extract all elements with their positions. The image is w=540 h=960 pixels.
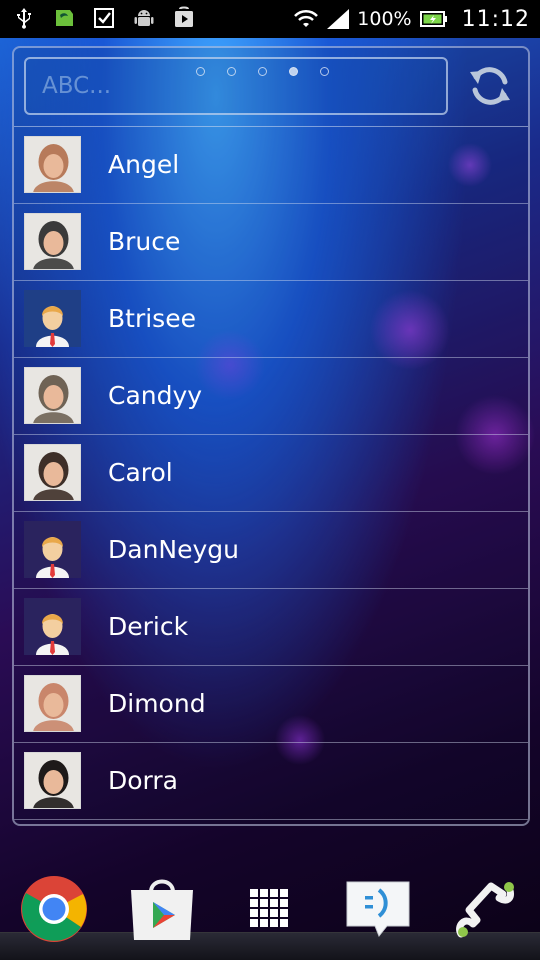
contact-row[interactable]: Bruce — [14, 204, 528, 281]
default-avatar-icon[interactable] — [24, 290, 81, 347]
contact-name: Derick — [108, 612, 189, 641]
contact-photo[interactable] — [24, 367, 81, 424]
phone-icon — [451, 882, 521, 948]
default-avatar-icon[interactable] — [24, 521, 81, 578]
page-dot-active — [289, 67, 298, 76]
page-dot — [227, 67, 236, 76]
contact-row[interactable]: Angel — [14, 127, 528, 204]
page-indicator — [196, 67, 329, 76]
contact-row[interactable]: Candyy — [14, 358, 528, 435]
contact-photo[interactable] — [24, 752, 81, 809]
messaging-icon — [343, 881, 413, 948]
refresh-button[interactable] — [466, 62, 514, 110]
status-bar: 100% 11:12 — [0, 0, 540, 38]
phone-button[interactable] — [451, 874, 521, 944]
contact-name: Carol — [108, 458, 173, 487]
contact-list[interactable]: Angel Bruce Btrisee Candyy Carol DanNeygu Deri… — [14, 126, 528, 824]
contact-row-partial[interactable] — [14, 820, 528, 824]
default-avatar-icon[interactable] — [24, 598, 81, 655]
contact-name: Candyy — [108, 381, 203, 410]
play-store-icon — [172, 6, 196, 30]
wifi-icon — [293, 7, 319, 31]
page-dot — [258, 67, 267, 76]
contact-row[interactable]: DanNeygu — [14, 512, 528, 589]
refresh-icon — [466, 67, 514, 114]
contact-photo[interactable] — [24, 136, 81, 193]
search-box — [24, 57, 448, 115]
contact-row[interactable]: Carol — [14, 435, 528, 512]
contact-name: DanNeygu — [108, 535, 240, 564]
system-status: 100% 11:12 — [293, 0, 530, 38]
contact-photo[interactable] — [24, 675, 81, 732]
contact-name: Angel — [108, 150, 180, 179]
contact-name: Bruce — [108, 227, 181, 256]
contact-row[interactable]: Dimond — [14, 666, 528, 743]
signal-icon — [325, 7, 350, 31]
chrome-icon — [19, 876, 89, 948]
play-store-icon — [127, 879, 197, 948]
widget-header — [14, 48, 528, 128]
chrome-button[interactable] — [19, 874, 89, 944]
usb-icon — [12, 6, 36, 30]
contact-row[interactable]: Dorra — [14, 743, 528, 820]
contact-photo[interactable] — [24, 213, 81, 270]
app-drawer-icon — [235, 889, 305, 948]
checkbox-icon — [92, 6, 116, 30]
contacts-widget: Angel Bruce Btrisee Candyy Carol DanNeygu Deri… — [12, 46, 530, 826]
battery-icon — [419, 7, 447, 31]
battery-percent: 100% — [357, 8, 412, 30]
messaging-button[interactable] — [343, 874, 413, 944]
contact-name: Dimond — [108, 689, 206, 718]
sd-card-icon — [52, 6, 76, 30]
contact-row[interactable]: Derick — [14, 589, 528, 666]
page-dot — [196, 67, 205, 76]
contact-name: Btrisee — [108, 304, 196, 333]
notification-icons — [12, 6, 196, 30]
dock — [0, 860, 540, 960]
page-dot — [320, 67, 329, 76]
play-store-button[interactable] — [127, 874, 197, 944]
contact-name: Dorra — [108, 766, 178, 795]
app-drawer-button[interactable] — [235, 874, 305, 944]
contact-photo[interactable] — [24, 444, 81, 501]
clock: 11:12 — [461, 6, 530, 32]
android-debug-icon — [132, 6, 156, 30]
contact-row[interactable]: Btrisee — [14, 281, 528, 358]
